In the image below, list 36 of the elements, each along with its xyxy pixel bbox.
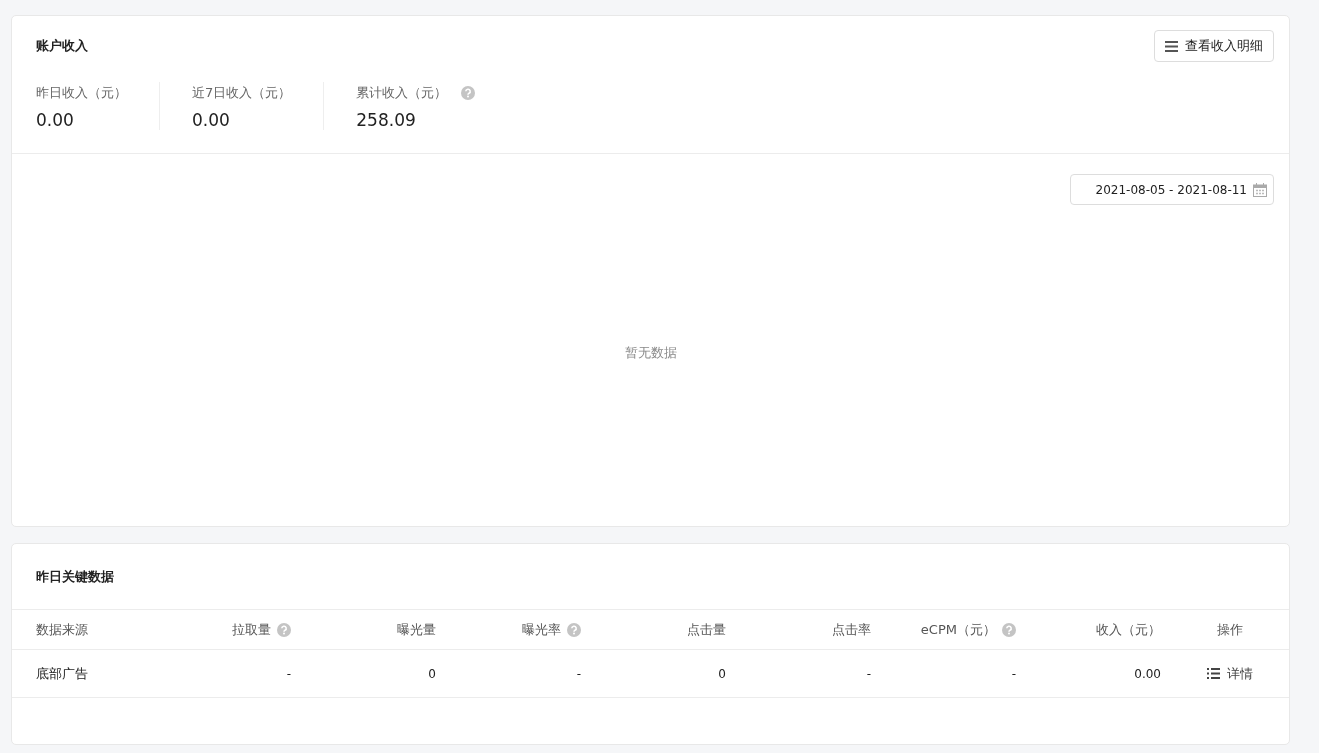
list-icon <box>1207 668 1220 679</box>
view-income-detail-button[interactable]: 查看收入明细 <box>1154 30 1274 62</box>
help-icon <box>567 622 581 637</box>
column-header: 曝光率 <box>522 620 561 639</box>
table-cell: - <box>1011 667 1016 681</box>
column-header: 数据来源 <box>36 620 88 639</box>
column-header: eCPM（元） <box>920 620 996 639</box>
empty-chart-text: 暂无数据 <box>624 344 677 362</box>
table-cell: - <box>866 667 871 681</box>
column-header: 操作 <box>1217 620 1243 639</box>
column-header: 点击率 <box>832 620 871 639</box>
column-header: 收入（元） <box>1096 620 1161 639</box>
help-icon <box>1002 622 1016 637</box>
table-cell: 底部广告 <box>36 665 88 681</box>
menu-icon <box>1165 40 1178 52</box>
stat-value: 0.00 <box>192 110 231 130</box>
help-icon <box>277 622 291 637</box>
stat-label: 近7日收入（元） <box>192 84 292 102</box>
table-cell: 0 <box>428 667 436 681</box>
help-icon <box>461 86 476 100</box>
stat-value: 258.09 <box>356 110 417 130</box>
stat-label: 昨日收入（元） <box>36 84 127 102</box>
table-cell: - <box>576 667 581 681</box>
table-cell: 0.00 <box>1134 667 1161 681</box>
card-title: 账户收入 <box>36 37 88 55</box>
stat-label: 累计收入（元） <box>356 84 448 102</box>
column-header: 点击量 <box>687 620 726 639</box>
detail-link[interactable]: 详情 <box>1207 664 1253 683</box>
column-header: 曝光量 <box>397 620 436 639</box>
card-title: 昨日关键数据 <box>36 567 114 586</box>
calendar-icon <box>1253 182 1267 197</box>
date-range-field[interactable]: 2021-08-05 - 2021-08-11 <box>1070 174 1274 205</box>
stat-value: 0.00 <box>36 110 75 130</box>
table-cell: - <box>286 667 291 681</box>
column-header: 拉取量 <box>232 620 271 639</box>
table-cell: 0 <box>718 667 726 681</box>
